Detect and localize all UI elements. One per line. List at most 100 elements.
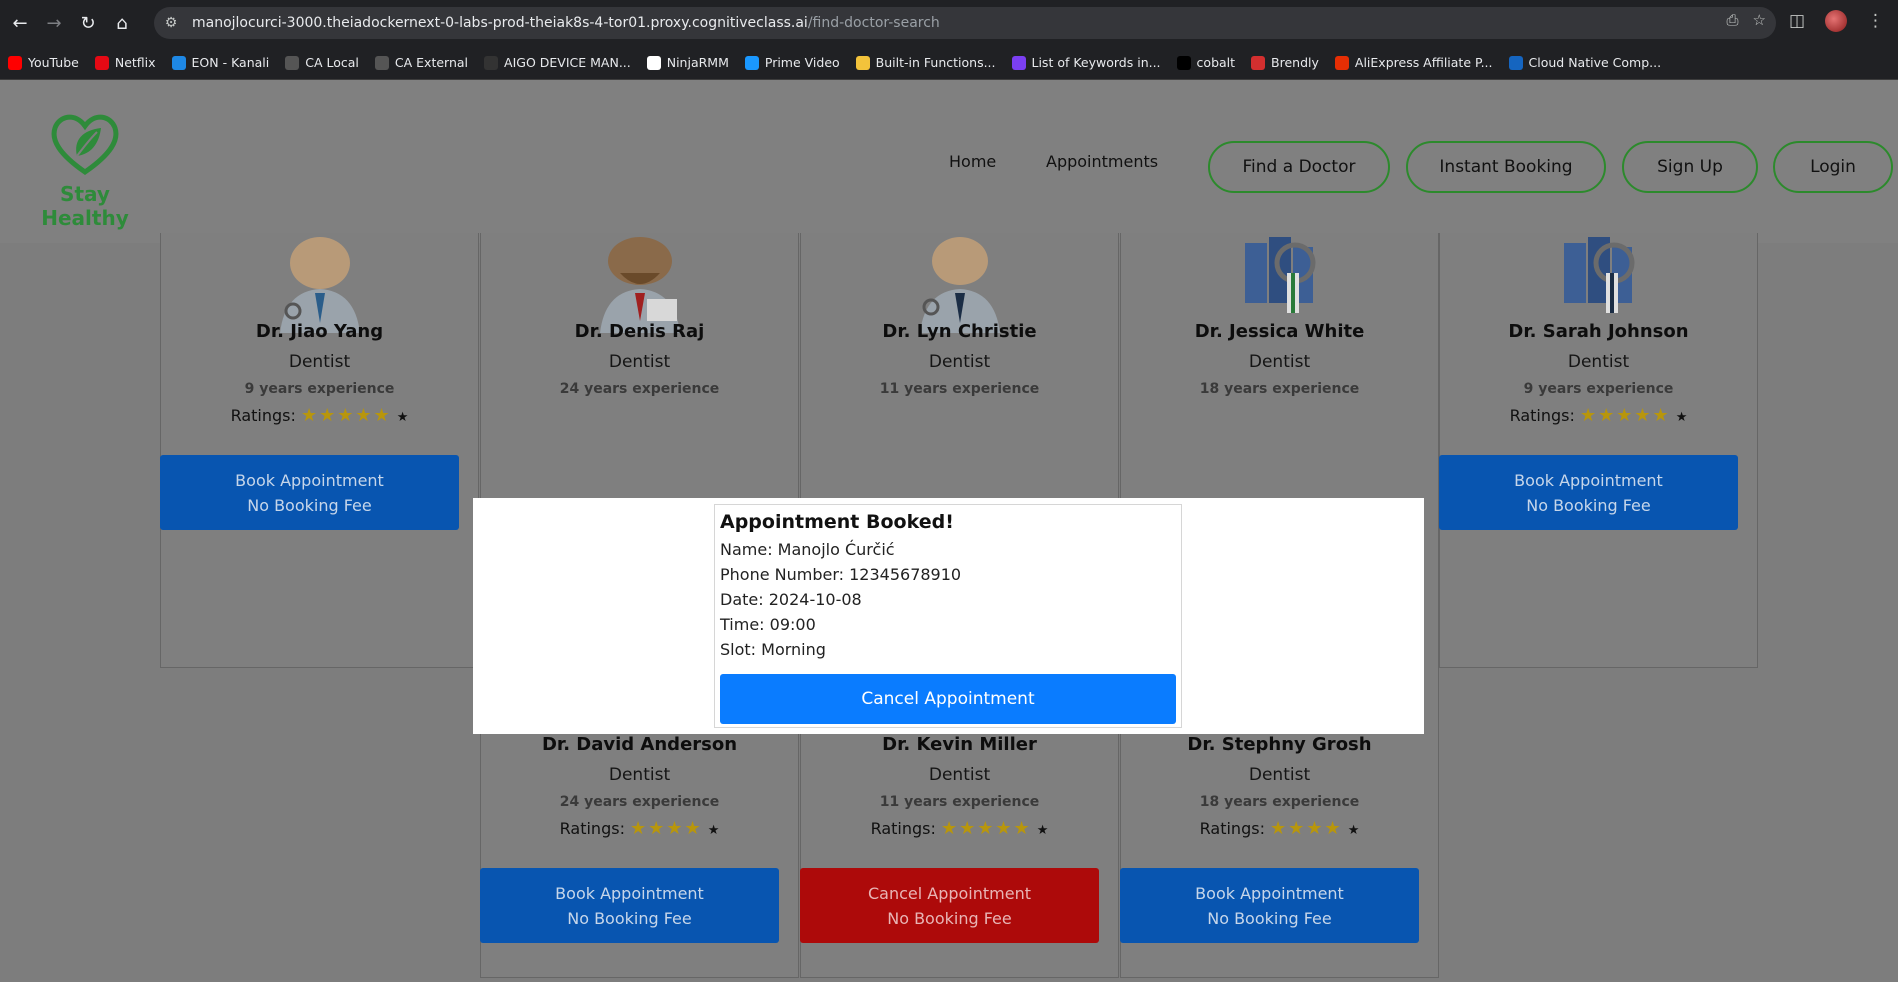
bookmark-star-icon[interactable]: ☆ [1753,11,1766,29]
ratings-label: Ratings: [1199,819,1265,838]
modal-name: Name: Manojlo Ćurčić [720,540,895,559]
star-icons: ★★★★★ [1579,405,1671,426]
doctor-experience: 24 years experience [559,794,720,810]
bookmarks-bar: YouTube Netflix EON - Kanali CA Local CA Ext… [0,46,1898,80]
doctor-name: Dr. Stephny Grosh [1187,734,1372,755]
bookmark-item[interactable]: EON - Kanali [171,55,270,70]
doctor-speciality: Dentist [608,765,671,785]
nav-home[interactable]: Home [949,152,996,171]
back-icon[interactable]: ← [6,9,34,37]
reload-icon[interactable]: ↻ [74,9,102,37]
bookmark-favicon-icon [484,55,499,70]
bookmark-favicon-icon [744,55,759,70]
star-icon: ★ [707,823,720,838]
button-line2: No Booking Fee [1526,495,1651,515]
bookmark-label: CA Local [305,55,359,70]
cancel-appointment-button[interactable]: Cancel Appointment No Booking Fee [800,868,1099,943]
nav-appointments[interactable]: Appointments [1046,152,1158,171]
bookmark-favicon-icon [374,55,389,70]
bookmark-label: EON - Kanali [191,55,270,70]
doctor-speciality: Dentist [288,352,351,372]
login-button[interactable]: Login [1773,141,1893,193]
bookmark-item[interactable]: Prime Video [744,55,840,70]
doctor-speciality: Dentist [1567,352,1630,372]
star-icon: ★ [1347,823,1360,838]
bookmark-item[interactable]: cobalt [1176,55,1236,70]
forward-icon[interactable]: → [40,9,68,37]
ratings-label: Ratings: [559,819,625,838]
book-appointment-button[interactable]: Book Appointment No Booking Fee [480,868,779,943]
bookmark-label: Netflix [114,55,156,70]
ratings-label: Ratings: [870,819,936,838]
bookmark-item[interactable]: Cloud Native Comp... [1508,55,1662,70]
bookmark-item[interactable]: Netflix [94,55,156,70]
bookmark-item[interactable]: Brendly [1251,55,1319,70]
doctor-name: Dr. Sarah Johnson [1508,321,1689,342]
book-appointment-button[interactable]: Book Appointment No Booking Fee [1439,455,1738,530]
bookmark-item[interactable]: YouTube [8,55,79,70]
site-navbar: Stay Healthy Home Appointments Find a Do… [0,80,1898,243]
extensions-icon[interactable]: ◫ [1789,11,1805,31]
ratings-label: Ratings: [1509,406,1575,425]
bookmark-item[interactable]: NinjaRMM [646,55,729,70]
star-icon: ★ [1675,410,1688,425]
menu-icon[interactable]: ⋮ [1867,11,1884,31]
bookmark-label: cobalt [1196,55,1236,70]
button-line1: Book Appointment [1195,883,1344,903]
doctor-experience: 11 years experience [879,381,1040,397]
bookmark-label: List of Keywords in... [1031,55,1161,70]
button-line1: Book Appointment [555,883,704,903]
bookmark-favicon-icon [285,55,300,70]
address-bar[interactable]: ⚙ manojlocurci-3000.theiadockernext-0-la… [154,7,1776,39]
profile-avatar[interactable] [1825,10,1847,32]
doctor-name: Dr. Lyn Christie [882,321,1037,342]
modal-slot: Slot: Morning [720,640,826,659]
page: Stay Healthy Home Appointments Find a Do… [0,80,1898,982]
star-icons: ★★★★ [1270,818,1343,839]
bookmark-label: AIGO DEVICE MAN... [504,55,631,70]
bookmark-item[interactable]: Built-in Functions... [855,55,996,70]
doctor-name: Dr. Kevin Miller [882,734,1037,755]
bookmark-label: YouTube [28,55,79,70]
site-info-icon[interactable]: ⚙ [160,12,182,34]
button-line2: No Booking Fee [887,908,1012,928]
heart-leaf-icon [51,114,119,176]
doctor-experience: 18 years experience [1199,381,1360,397]
bookmark-item[interactable]: CA External [374,55,469,70]
bookmark-label: CA External [394,55,469,70]
book-appointment-button[interactable]: Book Appointment No Booking Fee [1120,868,1419,943]
bookmark-label: Cloud Native Comp... [1528,55,1662,70]
doctor-name: Dr. Jessica White [1194,321,1365,342]
star-icon: ★ [396,410,409,425]
url-text[interactable]: manojlocurci-3000.theiadockernext-0-labs… [192,15,940,31]
logo[interactable]: Stay Healthy [20,110,150,230]
instant-booking-button[interactable]: Instant Booking [1406,141,1606,193]
find-doctor-button[interactable]: Find a Doctor [1208,141,1390,193]
bookmark-favicon-icon [855,55,870,70]
bookmark-item[interactable]: List of Keywords in... [1011,55,1161,70]
bookmark-item[interactable]: AliExpress Affiliate P... [1334,55,1493,70]
book-appointment-button[interactable]: Book Appointment No Booking Fee [160,455,459,530]
doctor-avatar [919,237,1000,333]
bookmark-favicon-icon [171,55,186,70]
star-icons: ★★★★★ [940,818,1032,839]
modal-time: Time: 09:00 [720,615,816,634]
doctor-speciality: Dentist [928,765,991,785]
modal-cancel-button[interactable]: Cancel Appointment [720,674,1176,724]
button-line2: No Booking Fee [567,908,692,928]
bookmark-item[interactable]: CA Local [285,55,359,70]
install-app-icon[interactable]: ⎙ [1727,11,1739,29]
appointment-modal: Appointment Booked! Name: Manojlo Ćurčić… [714,504,1182,728]
bookmark-favicon-icon [1508,55,1523,70]
doctor-card: Dr. Jiao Yang Dentist 9 years experience… [160,233,479,668]
doctor-speciality: Dentist [1248,765,1311,785]
sign-up-button[interactable]: Sign Up [1622,141,1758,193]
bookmark-item[interactable]: AIGO DEVICE MAN... [484,55,631,70]
doctor-name: Dr. Denis Raj [574,321,705,342]
doctor-avatar [1563,237,1634,313]
bookmark-favicon-icon [1011,55,1026,70]
doctor-experience: 24 years experience [559,381,720,397]
star-icons: ★★★★★ [300,405,392,426]
home-icon[interactable]: ⌂ [108,9,136,37]
doctor-name: Dr. David Anderson [541,734,738,755]
